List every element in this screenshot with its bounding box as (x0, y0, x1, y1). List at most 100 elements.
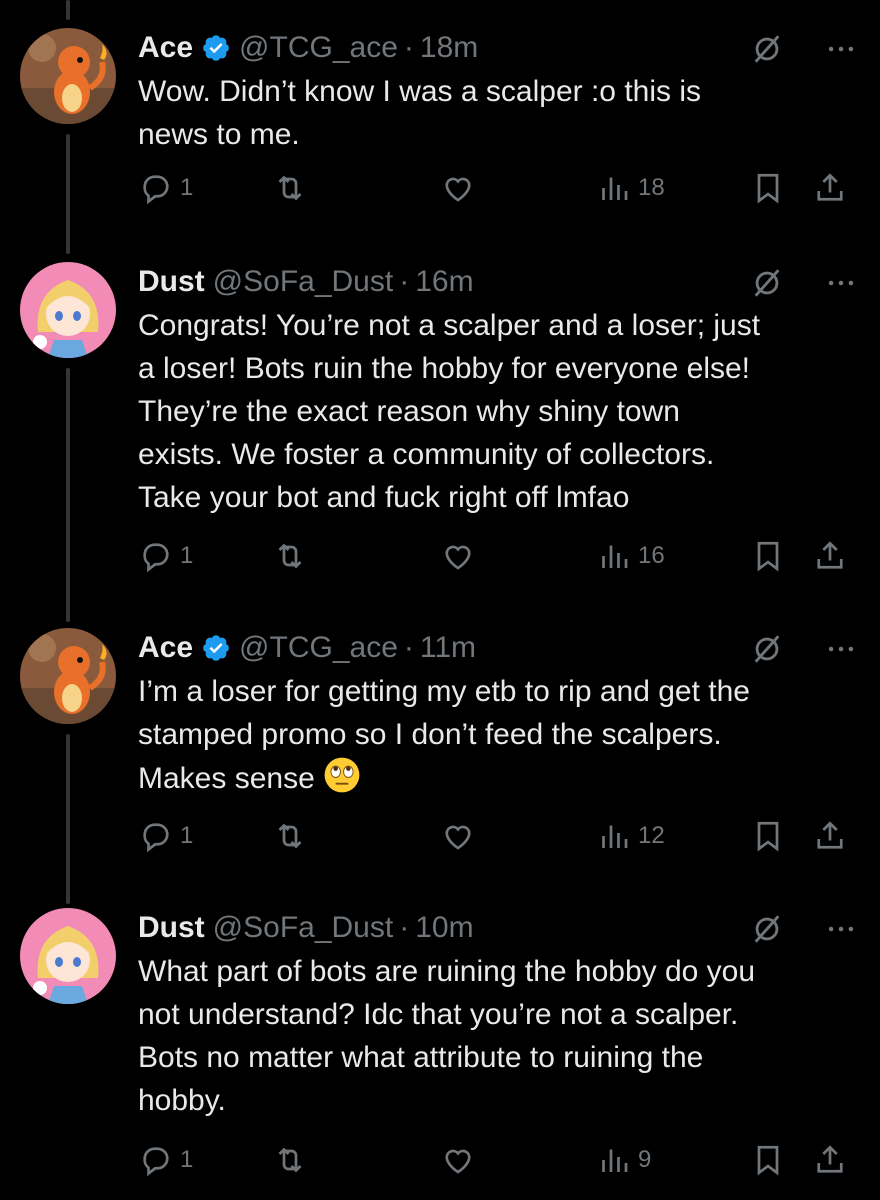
views-count: 9 (638, 1146, 652, 1173)
reply-button[interactable]: 1 (138, 818, 193, 854)
avatar[interactable] (20, 262, 116, 358)
bookmark-icon (757, 541, 779, 572)
views-count: 16 (638, 542, 665, 569)
share-button[interactable] (812, 818, 848, 854)
tweet-text: What part of bots are ruining the hobby … (138, 955, 756, 1117)
display-name[interactable]: Dust (138, 911, 205, 945)
more-options-icon[interactable] (824, 632, 858, 666)
reply-icon (143, 823, 169, 853)
share-icon (817, 821, 843, 849)
retweet-icon (278, 1147, 302, 1173)
reply-count: 1 (180, 174, 194, 201)
retweet-icon (278, 175, 302, 201)
bookmark-icon (757, 821, 779, 852)
handle[interactable]: @TCG_ace (239, 31, 398, 65)
charmander-avatar-icon (20, 28, 116, 124)
handle[interactable]: @SoFa_Dust (213, 911, 394, 945)
bookmark-button[interactable] (750, 170, 786, 206)
like-button[interactable] (440, 1142, 476, 1178)
share-button[interactable] (812, 170, 848, 206)
bookmark-button[interactable] (750, 1142, 786, 1178)
views-chart-icon (602, 825, 628, 848)
retweet-icon (278, 543, 302, 569)
grok-icon[interactable] (750, 32, 784, 66)
eye-roll-emoji-icon (324, 757, 360, 793)
reply-count: 1 (180, 542, 194, 569)
reply-count: 1 (180, 1146, 194, 1173)
thread-line (66, 134, 70, 254)
like-button[interactable] (440, 818, 476, 854)
verified-badge-icon[interactable] (201, 633, 231, 663)
avatar[interactable] (20, 28, 116, 124)
views-button[interactable]: 18 (596, 170, 665, 206)
like-button[interactable] (440, 538, 476, 574)
views-button[interactable]: 12 (596, 818, 665, 854)
reply-icon (143, 1147, 169, 1177)
tweet-text-content: I’m a loser for getting my etb to rip an… (138, 675, 750, 795)
separator: · (403, 631, 414, 664)
handle[interactable]: @TCG_ace (239, 631, 398, 665)
timestamp[interactable]: 11m (420, 631, 476, 665)
more-options-icon[interactable] (824, 266, 858, 300)
reply-button[interactable]: 1 (138, 1142, 193, 1178)
bookmark-icon (757, 1145, 779, 1176)
reply-icon (143, 175, 169, 205)
views-button[interactable]: 9 (596, 1142, 651, 1178)
bookmark-button[interactable] (750, 818, 786, 854)
views-count: 12 (638, 822, 665, 849)
timestamp[interactable]: 10m (415, 911, 473, 945)
reply-button[interactable]: 1 (138, 538, 193, 574)
like-button[interactable] (440, 170, 476, 206)
tweet-text: Congrats! You’re not a scalper and a los… (138, 309, 761, 514)
display-name[interactable]: Dust (138, 265, 205, 299)
display-name[interactable]: Ace (138, 31, 193, 65)
tweet-actions: 1 12 (138, 818, 860, 858)
grok-icon[interactable] (750, 632, 784, 666)
tweet-text: I’m a loser for getting my etb to rip an… (138, 670, 860, 800)
more-options-icon[interactable] (824, 912, 858, 946)
reply-button[interactable]: 1 (138, 170, 193, 206)
anime-girl-avatar-icon (20, 262, 116, 358)
tweet-actions: 1 16 (138, 538, 860, 578)
charmander-avatar-icon (20, 628, 116, 724)
retweet-button[interactable] (272, 818, 308, 854)
bookmark-button[interactable] (750, 538, 786, 574)
heart-icon (445, 1149, 471, 1174)
bookmark-icon (757, 173, 779, 204)
separator: · (403, 31, 414, 64)
display-name[interactable]: Ace (138, 631, 193, 665)
handle[interactable]: @SoFa_Dust (213, 265, 394, 299)
avatar[interactable] (20, 908, 116, 1004)
views-chart-icon (602, 545, 628, 568)
thread-line (66, 734, 70, 904)
grok-icon[interactable] (750, 912, 784, 946)
share-button[interactable] (812, 1142, 848, 1178)
retweet-button[interactable] (272, 170, 308, 206)
tweet-actions: 1 18 (138, 170, 860, 210)
verified-badge-icon[interactable] (201, 33, 231, 63)
retweet-icon (278, 823, 302, 849)
avatar[interactable] (20, 628, 116, 724)
retweet-button[interactable] (272, 1142, 308, 1178)
grok-icon[interactable] (750, 266, 784, 300)
views-chart-icon (602, 177, 628, 200)
share-icon (817, 541, 843, 569)
heart-icon (445, 825, 471, 850)
thread-line (66, 0, 70, 20)
heart-icon (445, 177, 471, 202)
views-chart-icon (602, 1149, 628, 1172)
views-button[interactable]: 16 (596, 538, 665, 574)
separator: · (399, 265, 410, 298)
heart-icon (445, 545, 471, 570)
retweet-button[interactable] (272, 538, 308, 574)
share-button[interactable] (812, 538, 848, 574)
share-icon (817, 173, 843, 201)
separator: · (399, 911, 410, 944)
tweet-text: Wow. Didn’t know I was a scalper :o this… (138, 75, 701, 151)
timestamp[interactable]: 16m (415, 265, 473, 299)
reply-count: 1 (180, 822, 194, 849)
timestamp[interactable]: 18m (420, 31, 478, 65)
more-options-icon[interactable] (824, 32, 858, 66)
tweet-actions: 1 9 (138, 1142, 860, 1182)
thread-line (66, 368, 70, 622)
